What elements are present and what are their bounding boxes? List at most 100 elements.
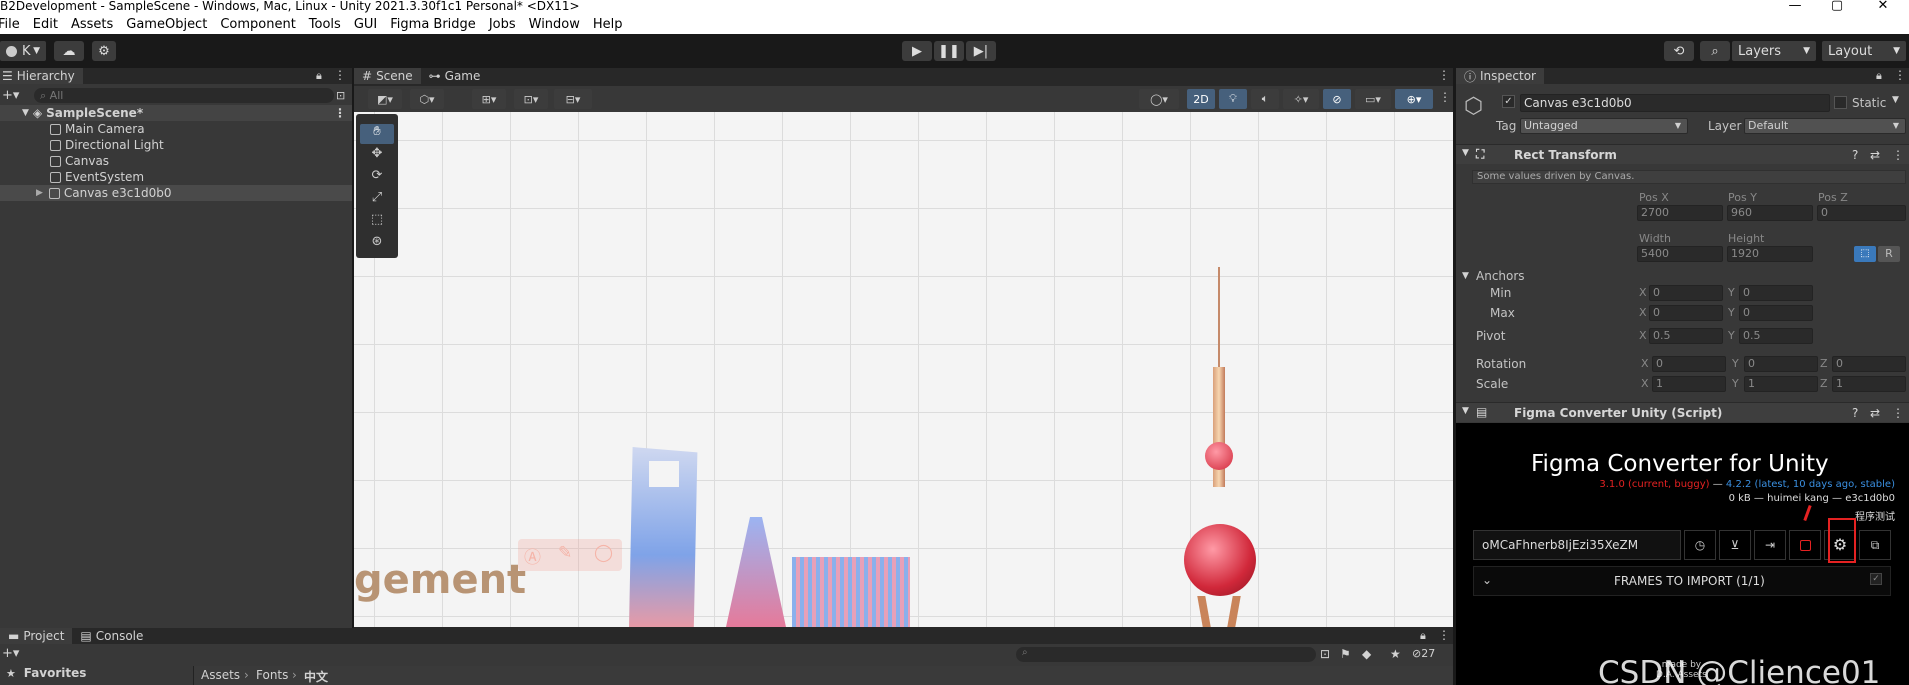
scale-z-field[interactable]: 1: [1832, 376, 1906, 392]
rotate-tool-button[interactable]: ⟳: [360, 168, 394, 188]
menu-file[interactable]: File: [0, 17, 20, 32]
chevron-down-icon[interactable]: ▼: [1462, 148, 1469, 158]
cloud-button[interactable]: ☁: [54, 41, 84, 61]
scene-viewport[interactable]: ✋︎ ✥ ⟳ ⤢ ⬚ ⊛ gement Ⓐ ✎ ◯: [354, 112, 1453, 627]
height-field[interactable]: 1920: [1727, 246, 1813, 262]
project-id-input[interactable]: oMCaFhnerb8IjEzi35XeZM: [1473, 530, 1681, 560]
account-dropdown[interactable]: K ▼: [0, 41, 46, 61]
layer-dropdown[interactable]: Default ▼: [1744, 118, 1906, 134]
menu-figma-bridge[interactable]: Figma Bridge: [390, 17, 476, 32]
hand-tool-button[interactable]: ✋︎: [360, 124, 394, 144]
menu-assets[interactable]: Assets: [71, 17, 113, 32]
kebab-menu-icon[interactable]: ⋮: [334, 106, 346, 120]
preset-icon[interactable]: ⇄: [1870, 406, 1880, 420]
tab-inspector[interactable]: ⓘ Inspector: [1456, 68, 1544, 84]
collab-button[interactable]: ⚙: [92, 41, 116, 61]
lock-icon[interactable]: 🔒︎: [1420, 629, 1426, 643]
rotation-x-field[interactable]: 0: [1652, 356, 1726, 372]
preset-icon[interactable]: ⇄: [1870, 148, 1880, 162]
orientation-dropdown[interactable]: ◯▾: [1139, 89, 1179, 109]
posx-field[interactable]: 2700: [1637, 205, 1723, 221]
close-button[interactable]: ✕: [1863, 0, 1903, 13]
kebab-menu-icon[interactable]: ⋮: [1892, 148, 1904, 162]
scale-x-field[interactable]: 1: [1652, 376, 1726, 392]
hierarchy-item-canvas[interactable]: Canvas: [0, 153, 352, 169]
lighting-toggle[interactable]: 💡︎: [1219, 89, 1247, 109]
frames-to-import-row[interactable]: ⌄ FRAMES TO IMPORT (1/1) ✓: [1473, 566, 1891, 596]
camera-dropdown[interactable]: ▭▾: [1355, 89, 1391, 109]
figma-script-header[interactable]: ▼ ▤ Figma Converter Unity (Script) ? ⇄ ⋮: [1456, 402, 1909, 422]
tab-hierarchy[interactable]: ☰ Hierarchy: [0, 68, 83, 84]
width-field[interactable]: 5400: [1637, 246, 1723, 262]
help-icon[interactable]: ?: [1852, 148, 1858, 162]
tab-project[interactable]: ▬ Project: [0, 628, 73, 644]
scene-row[interactable]: ▼ ◈ SampleScene* ⋮: [0, 105, 352, 121]
effects-dropdown[interactable]: ✧▾: [1283, 89, 1319, 109]
pivot-x-field[interactable]: 0.5: [1649, 328, 1723, 344]
kebab-menu-icon[interactable]: ⋮: [1439, 90, 1451, 104]
breadcrumb-fonts[interactable]: Fonts: [256, 668, 288, 682]
version-latest[interactable]: 4.2.2 (latest, 10 days ago, stable): [1726, 479, 1895, 490]
minimize-button[interactable]: —: [1775, 0, 1815, 13]
align-dropdown[interactable]: ⊟▾: [554, 89, 592, 109]
snap-increment-dropdown[interactable]: ⊡▾: [514, 89, 548, 109]
download-project-button[interactable]: ⊻: [1719, 530, 1751, 560]
hierarchy-item-directional-light[interactable]: Directional Light: [0, 137, 352, 153]
static-checkbox[interactable]: [1834, 96, 1847, 109]
maximize-button[interactable]: ▢: [1817, 0, 1857, 13]
audio-toggle[interactable]: 🔈︎: [1251, 89, 1279, 109]
scale-y-field[interactable]: 1: [1744, 376, 1818, 392]
stop-button[interactable]: [1789, 530, 1821, 560]
toggle-2d-button[interactable]: 2D: [1187, 89, 1215, 109]
kebab-menu-icon[interactable]: ⋮: [1438, 68, 1450, 82]
posz-field[interactable]: 0: [1817, 205, 1906, 221]
blueprint-mode-button[interactable]: ⬚: [1854, 246, 1876, 262]
lock-icon[interactable]: 🔒︎: [1876, 69, 1882, 83]
transform-tool-button[interactable]: ⊛: [360, 234, 394, 254]
active-checkbox[interactable]: ✓: [1502, 95, 1515, 108]
recent-projects-button[interactable]: ◷: [1684, 530, 1716, 560]
rotation-z-field[interactable]: 0: [1832, 356, 1906, 372]
shading-dropdown[interactable]: ⬡▾: [410, 89, 444, 109]
menu-edit[interactable]: Edit: [33, 17, 58, 32]
hierarchy-item-canvas-e3c1d0b0[interactable]: ▶ Canvas e3c1d0b0: [0, 185, 352, 201]
project-search-input[interactable]: ⌕: [1016, 647, 1316, 662]
kebab-menu-icon[interactable]: ⋮: [334, 68, 346, 82]
anchor-min-y-field[interactable]: 0: [1739, 285, 1813, 301]
menu-help[interactable]: Help: [593, 17, 623, 32]
anchor-min-x-field[interactable]: 0: [1649, 285, 1723, 301]
posy-field[interactable]: 960: [1727, 205, 1813, 221]
breadcrumb-current[interactable]: 中文: [304, 668, 328, 685]
chevron-down-icon[interactable]: ▼: [1892, 95, 1899, 105]
help-icon[interactable]: ?: [1852, 406, 1858, 420]
menu-jobs[interactable]: Jobs: [489, 17, 516, 32]
add-icon[interactable]: +▾: [2, 646, 19, 661]
history-button[interactable]: ⟲: [1664, 41, 1694, 61]
object-name-input[interactable]: Canvas e3c1d0b0: [1520, 94, 1830, 112]
hierarchy-search-input[interactable]: ⌕ All: [34, 87, 334, 103]
chevron-down-icon[interactable]: ▼: [1462, 271, 1469, 281]
menu-tools[interactable]: Tools: [309, 17, 341, 32]
draw-mode-dropdown[interactable]: ◩▾: [368, 89, 402, 109]
pause-button[interactable]: ❚❚: [934, 41, 964, 61]
chevron-right-icon[interactable]: ▶: [36, 188, 43, 198]
raw-edit-button[interactable]: R: [1878, 246, 1900, 262]
select-all-checkbox[interactable]: ✓: [1870, 573, 1882, 585]
kebab-menu-icon[interactable]: ⋮: [1894, 68, 1906, 82]
rect-tool-button[interactable]: ⬚: [360, 212, 394, 232]
hidden-objects-toggle[interactable]: ⊘: [1323, 89, 1351, 109]
menu-gameobject[interactable]: GameObject: [126, 17, 207, 32]
menu-gui[interactable]: GUI: [354, 17, 377, 32]
hierarchy-item-eventsystem[interactable]: EventSystem: [0, 169, 352, 185]
hidden-packages[interactable]: ⊘27: [1412, 647, 1435, 660]
chevron-down-icon[interactable]: ⌄: [1482, 573, 1492, 587]
search-by-type-icon[interactable]: ⊡: [336, 89, 345, 102]
anchor-max-x-field[interactable]: 0: [1649, 305, 1723, 321]
grid-snap-dropdown[interactable]: ⊞▾: [472, 89, 506, 109]
tag-icon[interactable]: ◆: [1362, 647, 1371, 661]
rotation-y-field[interactable]: 0: [1744, 356, 1818, 372]
search-type-icon[interactable]: ⊡: [1320, 647, 1330, 661]
menu-component[interactable]: Component: [220, 17, 295, 32]
favorites-section[interactable]: ★ Favorites: [0, 666, 192, 685]
star-icon[interactable]: ★: [1390, 647, 1401, 661]
